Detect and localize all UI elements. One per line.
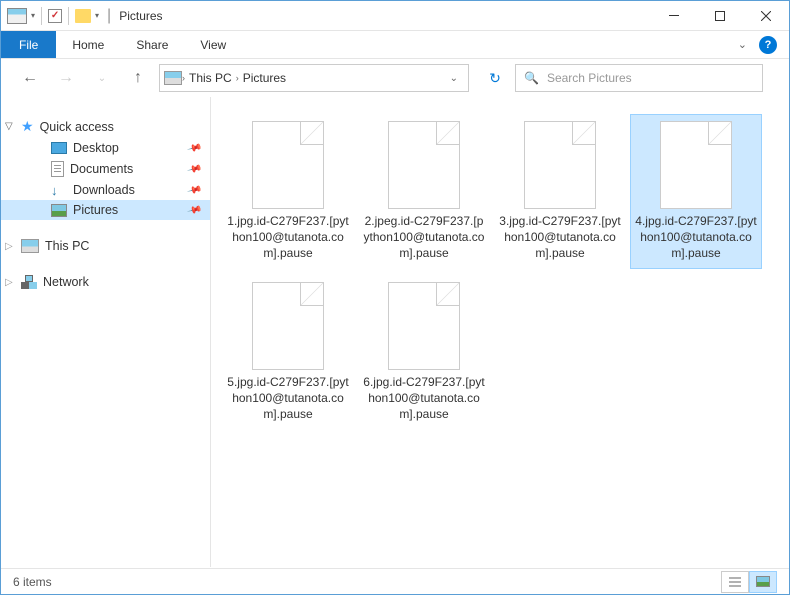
pin-icon: 📌 [186,182,202,198]
properties-icon[interactable]: ✓ [48,9,62,23]
breadcrumb-segment[interactable]: This PC [185,71,236,85]
qat-separator [68,7,69,25]
new-folder-icon[interactable] [75,9,91,23]
breadcrumb-label: This PC [189,71,232,85]
help-icon[interactable]: ? [759,36,777,54]
search-icon: 🔍 [524,71,539,85]
sidebar-item-label: Desktop [73,141,119,155]
minimize-button[interactable] [651,1,697,31]
maximize-button[interactable] [697,1,743,31]
window-controls [651,1,789,31]
explorer-icon[interactable] [7,8,27,24]
tab-view[interactable]: View [184,33,242,57]
pc-icon [164,71,182,85]
file-item[interactable]: 3.jpg.id-C279F237.[python100@tutanota.co… [495,115,625,268]
main-area: ★ Quick access Desktop 📌 Documents 📌 Dow… [1,97,789,567]
chevron-right-icon[interactable] [5,277,17,288]
file-tab[interactable]: File [1,31,56,58]
chevron-right-icon[interactable] [5,241,17,252]
star-icon: ★ [21,118,34,135]
file-item[interactable]: 5.jpg.id-C279F237.[python100@tutanota.co… [223,276,353,429]
desktop-icon [51,142,67,154]
up-button[interactable]: ↑ [123,63,153,93]
sidebar-item-documents[interactable]: Documents 📌 [1,158,210,180]
thumbnail-icon [756,576,770,587]
sidebar-item-label: Documents [70,162,133,176]
window-title: Pictures [119,9,162,23]
address-bar[interactable]: › This PC › Pictures ⌄ [159,64,469,92]
icons-view-button[interactable] [749,571,777,593]
breadcrumb-segment[interactable]: Pictures [239,71,290,85]
sidebar-item-pictures[interactable]: Pictures 📌 [1,200,210,220]
quick-access-toolbar: ▾ ✓ ▾ | Pictures [1,7,163,25]
tab-home[interactable]: Home [56,33,120,57]
statusbar: 6 items [1,568,789,594]
file-item[interactable]: 1.jpg.id-C279F237.[python100@tutanota.co… [223,115,353,268]
refresh-button[interactable]: ↻ [481,64,509,92]
search-input[interactable]: 🔍 Search Pictures [515,64,763,92]
view-toggles [721,571,777,593]
details-view-button[interactable] [721,571,749,593]
file-name: 5.jpg.id-C279F237.[python100@tutanota.co… [227,374,349,423]
file-icon [388,282,460,370]
qat-separator [41,7,42,25]
sidebar-item-label: Downloads [73,183,135,197]
file-name: 2.jpeg.id-C279F237.[python100@tutanota.c… [363,213,485,262]
qat-dropdown-icon[interactable]: ▾ [31,11,35,20]
file-item[interactable]: 6.jpg.id-C279F237.[python100@tutanota.co… [359,276,489,429]
sidebar-network[interactable]: Network [1,272,210,292]
pin-icon: 📌 [186,140,202,156]
sidebar-this-pc[interactable]: This PC [1,236,210,256]
ribbon: File Home Share View ⌄ ? [1,31,789,59]
navigation-pane: ★ Quick access Desktop 📌 Documents 📌 Dow… [1,97,211,567]
sidebar-label: This PC [45,239,89,253]
file-name: 6.jpg.id-C279F237.[python100@tutanota.co… [363,374,485,423]
sidebar-item-downloads[interactable]: Downloads 📌 [1,180,210,200]
sidebar-item-desktop[interactable]: Desktop 📌 [1,138,210,158]
file-icon [660,121,732,209]
chevron-down-icon[interactable] [5,121,17,132]
file-name: 3.jpg.id-C279F237.[python100@tutanota.co… [499,213,621,262]
file-name: 1.jpg.id-C279F237.[python100@tutanota.co… [227,213,349,262]
file-icon [252,282,324,370]
file-item[interactable]: 2.jpeg.id-C279F237.[python100@tutanota.c… [359,115,489,268]
qat-customize-icon[interactable]: ▾ [95,11,99,20]
network-icon [21,275,37,289]
sidebar-label: Quick access [40,120,114,134]
close-button[interactable] [743,1,789,31]
file-list[interactable]: 1.jpg.id-C279F237.[python100@tutanota.co… [211,97,789,567]
file-icon [252,121,324,209]
file-item[interactable]: 4.jpg.id-C279F237.[python100@tutanota.co… [631,115,761,268]
title-separator: | [107,7,111,25]
download-icon [51,183,67,197]
address-dropdown-icon[interactable]: ⌄ [444,73,464,84]
recent-dropdown-icon[interactable]: ⌄ [87,63,117,93]
search-placeholder: Search Pictures [547,71,632,85]
file-icon [388,121,460,209]
item-count: 6 items [13,575,52,589]
sidebar-label: Network [43,275,89,289]
tab-share[interactable]: Share [120,33,184,57]
ribbon-expand-icon[interactable]: ⌄ [738,38,747,51]
sidebar-item-label: Pictures [73,203,118,217]
sidebar-quick-access[interactable]: ★ Quick access [1,115,210,138]
address-row: ← → ⌄ ↑ › This PC › Pictures ⌄ ↻ 🔍 Searc… [1,59,789,97]
pc-icon [21,239,39,253]
pictures-icon [51,204,67,217]
back-button[interactable]: ← [15,63,45,93]
pin-icon: 📌 [186,161,202,177]
file-icon [524,121,596,209]
pin-icon: 📌 [186,202,202,218]
breadcrumb-label: Pictures [243,71,286,85]
forward-button[interactable]: → [51,63,81,93]
file-name: 4.jpg.id-C279F237.[python100@tutanota.co… [635,213,757,262]
document-icon [51,161,64,177]
titlebar: ▾ ✓ ▾ | Pictures [1,1,789,31]
